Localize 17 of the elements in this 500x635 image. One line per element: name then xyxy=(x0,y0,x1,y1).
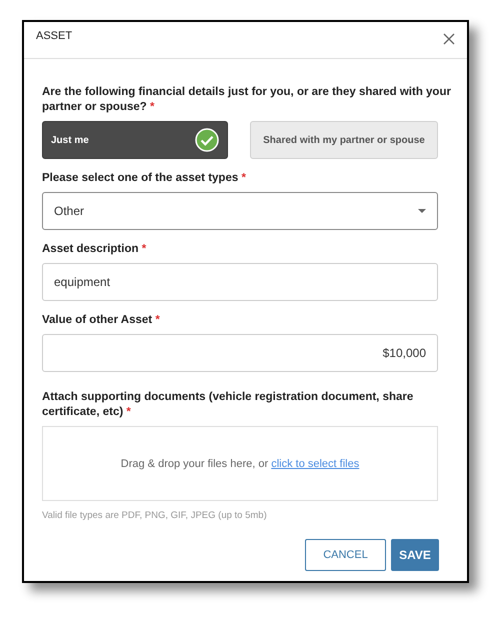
save-button[interactable]: SAVE xyxy=(391,539,439,571)
cancel-button[interactable]: CANCEL xyxy=(305,539,386,571)
question-label: Attach supporting documents (vehicle registration document, share certificate, etc) * xyxy=(42,390,414,420)
asset-type-select[interactable]: Other xyxy=(42,192,438,230)
drop-zone[interactable]: Drag & drop your files here, or click to select files xyxy=(42,426,438,501)
question-label: Are the following financial details just for you, or are they shared with your partner or spouse? * xyxy=(42,85,452,115)
choice-option[interactable]: Just me xyxy=(42,121,228,159)
question-label: Value of other Asset * xyxy=(42,313,161,328)
dialog-title: ASSET xyxy=(36,30,72,42)
amount-field[interactable]: $10,000 xyxy=(42,334,438,372)
input-field[interactable]: equipment xyxy=(42,263,438,301)
select-files-link[interactable]: click to select files xyxy=(271,458,360,470)
choice-option[interactable]: Shared with my partner or spouse xyxy=(250,121,438,159)
question-label: Please select one of the asset types * xyxy=(42,171,247,186)
file-type-hint: Valid file types are PDF, PNG, GIF, JPEG (up to 5mb) xyxy=(42,510,268,521)
question-label: Asset description * xyxy=(42,242,148,257)
drop-prompt: Drag & drop your files here, or xyxy=(120,458,270,470)
